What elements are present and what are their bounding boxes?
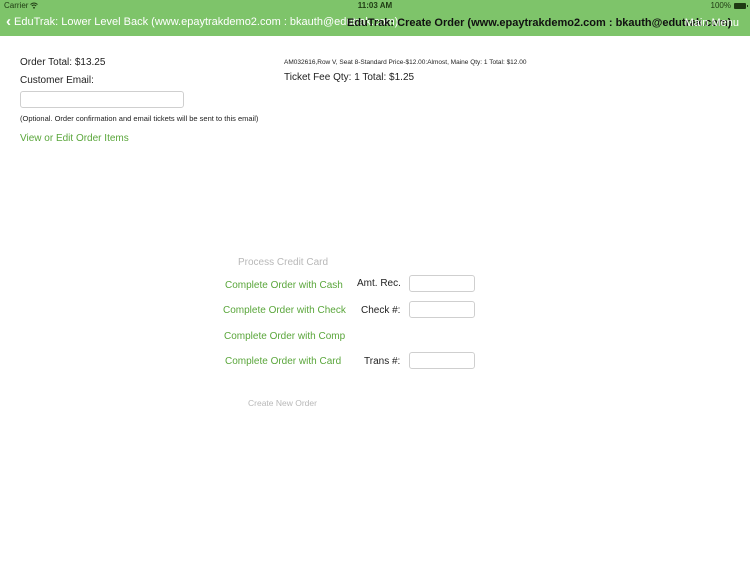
back-button-label: EduTrak: Lower Level Back (www.epaytrakd… [14,16,399,28]
complete-order-card-button[interactable]: Complete Order with Card [225,356,341,367]
back-button[interactable]: ‹ EduTrak: Lower Level Back (www.epaytra… [6,13,399,30]
email-note: (Optional. Order confirmation and email … [20,114,259,123]
customer-email-field[interactable] [20,91,184,108]
chevron-left-icon: ‹ [6,13,11,30]
amount-received-field[interactable] [409,275,475,292]
complete-order-comp-button[interactable]: Complete Order with Comp [224,331,345,342]
check-number-field[interactable] [409,301,475,318]
view-edit-order-items-link[interactable]: View or Edit Order Items [20,133,129,144]
transaction-number-label: Trans #: [364,356,401,367]
amount-received-label: Amt. Rec. [357,278,401,289]
battery-icon [734,2,748,9]
check-number-label: Check #: [361,305,401,316]
status-bar: Carrier 11:03 AM 100% [0,0,750,11]
main-menu-button[interactable]: Main Menu [685,17,739,29]
order-total: Order Total: $13.25 [20,57,106,68]
page-title: EduTrak: Create Order (www.epaytrakdemo2… [347,17,732,29]
create-new-order-button[interactable]: Create New Order [248,398,317,408]
complete-order-check-button[interactable]: Complete Order with Check [223,305,346,316]
battery-indicator: 100% [710,1,748,10]
complete-order-cash-button[interactable]: Complete Order with Cash [225,280,343,291]
navigation-bar: ‹ EduTrak: Lower Level Back (www.epaytra… [0,11,750,36]
transaction-number-field[interactable] [409,352,475,369]
clock: 11:03 AM [357,1,393,10]
customer-email-label: Customer Email: [20,75,94,86]
battery-percent: 100% [710,1,731,10]
ticket-fee-line: Ticket Fee Qty: 1 Total: $1.25 [284,72,415,83]
process-credit-card-button[interactable]: Process Credit Card [238,257,328,268]
order-item-line: AM032616,Row V, Seat 8-Standard Price-$1… [284,59,527,66]
